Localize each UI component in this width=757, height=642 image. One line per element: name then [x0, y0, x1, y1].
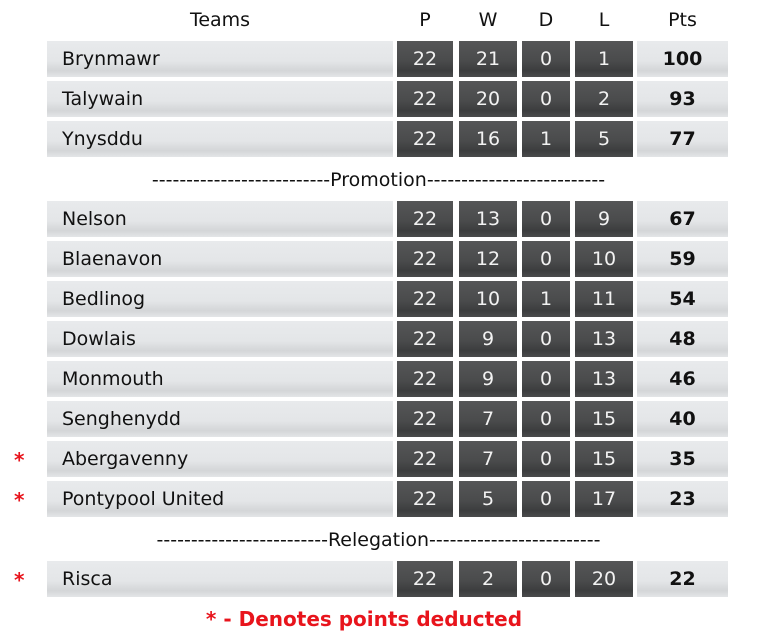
table-row: Bedlinog 22 10 1 11 54: [0, 281, 757, 317]
points-cell: 40: [637, 401, 728, 437]
drawn-cell: 0: [522, 321, 570, 357]
played-cell: 22: [397, 481, 453, 517]
won-cell: 7: [459, 441, 517, 477]
played-cell: 22: [397, 201, 453, 237]
drawn-cell: 0: [522, 201, 570, 237]
won-cell: 16: [459, 121, 517, 157]
points-cell: 46: [637, 361, 728, 397]
points-deducted-marker: *: [14, 568, 25, 592]
team-name: Bedlinog: [47, 281, 393, 317]
drawn-cell: 0: [522, 361, 570, 397]
lost-cell: 17: [575, 481, 633, 517]
points-deducted-footnote: * - Denotes points deducted: [205, 607, 523, 631]
points-cell: 54: [637, 281, 728, 317]
table-row: Nelson 22 13 0 9 67: [0, 201, 757, 237]
points-cell: 48: [637, 321, 728, 357]
lost-cell: 13: [575, 361, 633, 397]
won-cell: 21: [459, 41, 517, 77]
table-row: Talywain 22 20 0 2 93: [0, 81, 757, 117]
drawn-cell: 0: [522, 41, 570, 77]
drawn-cell: 1: [522, 121, 570, 157]
won-cell: 13: [459, 201, 517, 237]
drawn-cell: 0: [522, 401, 570, 437]
team-name: Nelson: [47, 201, 393, 237]
played-cell: 22: [397, 281, 453, 317]
team-name: Risca: [47, 561, 393, 597]
won-cell: 9: [459, 321, 517, 357]
points-deducted-marker: *: [14, 488, 25, 512]
header-won: W: [478, 9, 498, 31]
points-deducted-marker: *: [14, 448, 25, 472]
team-name: Ynysddu: [47, 121, 393, 157]
played-cell: 22: [397, 361, 453, 397]
points-cell: 100: [637, 41, 728, 77]
won-cell: 12: [459, 241, 517, 277]
table-row: Ynysddu 22 16 1 5 77: [0, 121, 757, 157]
team-name: Senghenydd: [47, 401, 393, 437]
team-name: Monmouth: [47, 361, 393, 397]
lost-cell: 11: [575, 281, 633, 317]
drawn-cell: 0: [522, 81, 570, 117]
header-played: P: [419, 9, 431, 31]
points-cell: 59: [637, 241, 728, 277]
table-row: Blaenavon 22 12 0 10 59: [0, 241, 757, 277]
drawn-cell: 0: [522, 481, 570, 517]
team-name: Brynmawr: [47, 41, 393, 77]
points-cell: 77: [637, 121, 728, 157]
team-name: Dowlais: [47, 321, 393, 357]
won-cell: 7: [459, 401, 517, 437]
played-cell: 22: [397, 81, 453, 117]
lost-cell: 13: [575, 321, 633, 357]
team-name: Pontypool United: [47, 481, 393, 517]
points-cell: 93: [637, 81, 728, 117]
table-row: * Pontypool United 22 5 0 17 23: [0, 481, 757, 517]
points-cell: 67: [637, 201, 728, 237]
played-cell: 22: [397, 561, 453, 597]
won-cell: 10: [459, 281, 517, 317]
table-row: Brynmawr 22 21 0 1 100: [0, 41, 757, 77]
won-cell: 20: [459, 81, 517, 117]
played-cell: 22: [397, 41, 453, 77]
table-row: * Risca 22 2 0 20 22: [0, 561, 757, 597]
lost-cell: 15: [575, 401, 633, 437]
header-lost: L: [598, 9, 610, 31]
won-cell: 5: [459, 481, 517, 517]
promotion-divider: --------------------------Promotion-----…: [151, 169, 606, 191]
played-cell: 22: [397, 441, 453, 477]
points-cell: 23: [637, 481, 728, 517]
team-name: Blaenavon: [47, 241, 393, 277]
table-row: * Abergavenny 22 7 0 15 35: [0, 441, 757, 477]
table-row: Monmouth 22 9 0 13 46: [0, 361, 757, 397]
lost-cell: 10: [575, 241, 633, 277]
header-teams: Teams: [189, 9, 251, 31]
drawn-cell: 0: [522, 561, 570, 597]
lost-cell: 9: [575, 201, 633, 237]
won-cell: 2: [459, 561, 517, 597]
drawn-cell: 0: [522, 441, 570, 477]
points-cell: 35: [637, 441, 728, 477]
drawn-cell: 0: [522, 241, 570, 277]
played-cell: 22: [397, 121, 453, 157]
won-cell: 9: [459, 361, 517, 397]
lost-cell: 15: [575, 441, 633, 477]
team-name: Talywain: [47, 81, 393, 117]
header-points: Pts: [668, 9, 697, 31]
lost-cell: 5: [575, 121, 633, 157]
drawn-cell: 1: [522, 281, 570, 317]
table-row: Dowlais 22 9 0 13 48: [0, 321, 757, 357]
played-cell: 22: [397, 401, 453, 437]
points-cell: 22: [637, 561, 728, 597]
team-name: Abergavenny: [47, 441, 393, 477]
played-cell: 22: [397, 321, 453, 357]
lost-cell: 1: [575, 41, 633, 77]
lost-cell: 20: [575, 561, 633, 597]
played-cell: 22: [397, 241, 453, 277]
relegation-divider: -------------------------Relegation-----…: [156, 529, 601, 551]
header-drawn: D: [538, 9, 554, 31]
lost-cell: 2: [575, 81, 633, 117]
table-row: Senghenydd 22 7 0 15 40: [0, 401, 757, 437]
